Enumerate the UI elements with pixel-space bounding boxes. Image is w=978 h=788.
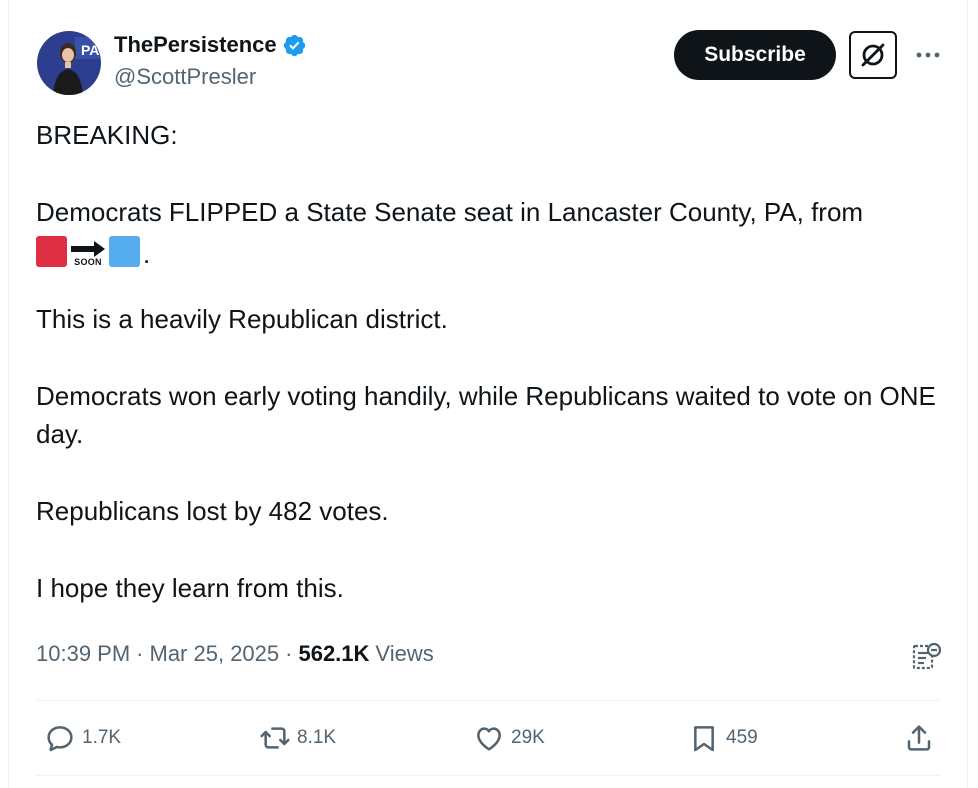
tweet-text: BREAKING: Democrats FLIPPED a State Sena… bbox=[36, 116, 951, 607]
tweet-paragraph: I hope they learn from this. bbox=[36, 573, 344, 603]
like-count: 29K bbox=[511, 727, 545, 748]
tweet-paragraph: This is a heavily Republican district. bbox=[36, 304, 448, 334]
tweet-paragraph: BREAKING: bbox=[36, 120, 178, 150]
reply-count: 1.7K bbox=[82, 727, 122, 748]
like-icon bbox=[477, 727, 501, 751]
views-label: Views bbox=[375, 641, 434, 666]
tweet-paragraph: Republicans lost by 482 votes. bbox=[36, 496, 389, 526]
emoji-punctuation: . bbox=[143, 239, 151, 269]
share-button[interactable] bbox=[903, 722, 941, 754]
tweet-meta: 10:39 PM · Mar 25, 2025 · 562.1K Views bbox=[36, 641, 434, 667]
repost-button[interactable]: 8.1K bbox=[259, 722, 336, 754]
author-handle[interactable]: @ScottPresler bbox=[114, 64, 256, 90]
tweet-paragraph: Democrats won early voting handily, whil… bbox=[36, 381, 936, 449]
avatar[interactable]: PA bbox=[37, 31, 101, 95]
bookmark-button[interactable]: 459 bbox=[688, 722, 758, 754]
divider bbox=[36, 700, 941, 701]
soon-arrow-icon: SOON bbox=[70, 241, 106, 267]
views-count: 562.1K bbox=[298, 641, 370, 666]
bookmark-icon bbox=[694, 726, 714, 752]
reply-icon bbox=[47, 726, 73, 752]
tweet-date[interactable]: Mar 25, 2025 bbox=[150, 641, 280, 667]
analytics-icon[interactable] bbox=[909, 640, 943, 674]
tweet-time[interactable]: 10:39 PM bbox=[36, 641, 130, 667]
bookmark-count: 459 bbox=[726, 727, 758, 748]
verified-badge-icon bbox=[283, 34, 305, 56]
author-display-name[interactable]: ThePersistence bbox=[114, 32, 277, 58]
emoji-sequence: SOON . bbox=[36, 231, 951, 267]
reply-button[interactable]: 1.7K bbox=[44, 722, 121, 754]
soon-label: SOON bbox=[74, 257, 102, 267]
meta-separator: · bbox=[285, 641, 293, 666]
repost-icon bbox=[260, 727, 290, 749]
red-square-icon bbox=[36, 236, 67, 267]
grok-icon bbox=[861, 43, 885, 67]
repost-count: 8.1K bbox=[297, 727, 337, 748]
more-icon[interactable] bbox=[913, 40, 943, 70]
grok-button[interactable] bbox=[849, 31, 897, 79]
tweet-paragraph-text: Democrats FLIPPED a State Senate seat in… bbox=[36, 197, 864, 227]
subscribe-button[interactable]: Subscribe bbox=[674, 30, 836, 80]
meta-separator: · bbox=[136, 641, 144, 666]
like-button[interactable]: 29K bbox=[473, 722, 545, 754]
tweet-paragraph: Democrats FLIPPED a State Senate seat in… bbox=[36, 193, 951, 267]
author-name-row[interactable]: ThePersistence bbox=[114, 32, 307, 58]
blue-square-icon bbox=[109, 236, 140, 267]
divider bbox=[36, 775, 941, 776]
share-icon bbox=[907, 725, 931, 751]
